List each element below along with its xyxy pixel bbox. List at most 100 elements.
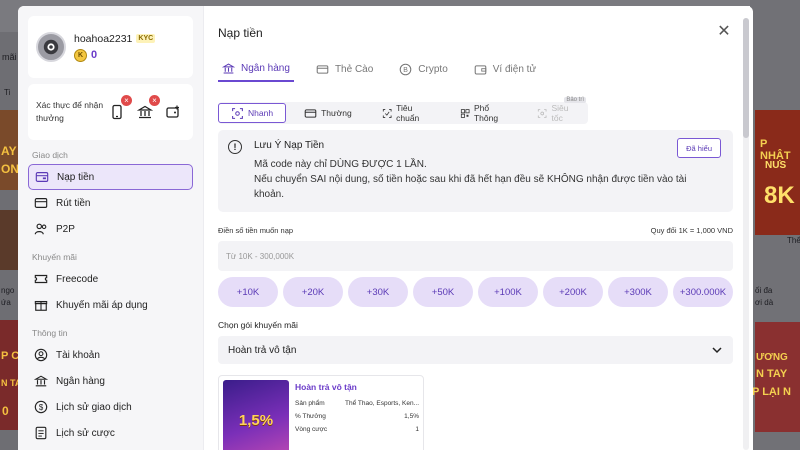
verify-label: Xác thực để nhận thưởng (36, 100, 104, 123)
scrollbar-thumb[interactable] (743, 18, 749, 138)
promo-selected: Hoàn trả vô tận (228, 344, 297, 356)
bg-text: 8K (764, 182, 795, 209)
verify-wallet-button[interactable] (165, 104, 181, 120)
bitcoin-icon: B (399, 63, 412, 75)
scrollbar[interactable] (743, 18, 749, 450)
tab-crypto[interactable]: B Crypto (395, 56, 451, 82)
deposit-modal: hoahoa2231 KYC K 0 Xác thực để nhận thưở… (18, 6, 753, 450)
promo-value: 1 (415, 426, 419, 433)
coin-icon: K (74, 48, 87, 62)
ticket-icon (34, 274, 48, 284)
amount-input[interactable] (218, 241, 733, 271)
promo-key: Vòng cược (295, 426, 328, 433)
chevron-down-icon (712, 347, 722, 354)
promo-key: % Thưởng (295, 413, 326, 420)
deposit-panel: Nạp tiền ✕ Ngân hàng Thẻ Cào B Crypto Ví… (204, 6, 753, 450)
method-label: Tiêu chuẩn (396, 103, 420, 123)
sidebar-item-freecode[interactable]: Freecode (28, 266, 193, 292)
promo-card[interactable]: 1,5% Hoàn trả vô tận Sản phẩm Thể Thao, … (218, 375, 424, 450)
bg-text: NUS (765, 160, 787, 171)
verify-bank-button[interactable]: × (136, 95, 160, 120)
promo-image: 1,5% (223, 380, 289, 450)
svg-text:B: B (403, 67, 408, 74)
understood-button[interactable]: Đã hiểu (677, 138, 721, 158)
maintenance-badge: Bảo trì (564, 97, 586, 103)
bg-text: ngo (1, 286, 15, 295)
p2p-icon (34, 223, 47, 235)
promo-key: Sản phẩm (295, 400, 325, 407)
profile-card: hoahoa2231 KYC K 0 (28, 16, 193, 78)
tab-e-wallet[interactable]: Ví điện tử (470, 56, 540, 82)
verify-phone-button[interactable]: × (109, 95, 132, 120)
promo-select[interactable]: Hoàn trả vô tận (218, 336, 733, 364)
profile-balance: 0 (91, 49, 98, 61)
method-label: Nhanh (248, 108, 274, 118)
method-label: Siêu tốc (551, 103, 569, 123)
bg-text: Thể (787, 236, 800, 245)
close-icon[interactable]: ✕ (717, 23, 731, 40)
page-title: Nạp tiền (218, 26, 263, 40)
notice-title: Lưu Ý Nạp Tiền (254, 140, 325, 151)
bg-banner-right-1 (755, 110, 800, 235)
sidebar-item-label: Freecode (56, 273, 99, 285)
sidebar-item-withdraw[interactable]: Rút tiền (28, 190, 193, 216)
sidebar-item-bank[interactable]: Ngân hàng (28, 368, 193, 394)
quick-amount-button[interactable]: +300K (608, 277, 668, 307)
tab-scratch-card[interactable]: Thẻ Cào (312, 56, 377, 82)
sidebar-item-deposit[interactable]: Nạp tiền (28, 164, 193, 190)
promo-label: Chọn gói khuyến mãi (218, 320, 298, 330)
notice-text: Mã code này chỉ DÙNG ĐƯỢC 1 LẦN. (254, 159, 427, 170)
alert-icon: ! (228, 140, 242, 154)
quick-amount-button[interactable]: +10K (218, 277, 278, 307)
deposit-icon (35, 172, 49, 182)
quick-amount-button[interactable]: +20K (283, 277, 343, 307)
method-fast[interactable]: Nhanh (218, 103, 287, 123)
tab-bank[interactable]: Ngân hàng (218, 56, 294, 82)
sidebar-item-applied-promotions[interactable]: Khuyến mãi áp dụng (28, 292, 193, 318)
quick-amount-button[interactable]: +30K (348, 277, 408, 307)
qr-code-icon (460, 108, 470, 118)
section-title-promotions: Khuyến mãi (32, 252, 77, 262)
card-icon (316, 64, 329, 74)
deposit-method-selector: Nhanh Thường Tiêu chuẩn Phổ Thông Bảo tr… (218, 97, 588, 124)
method-standard[interactable]: Tiêu chuẩn (370, 103, 442, 123)
username: hoahoa2231 (74, 32, 133, 45)
tab-label: Thẻ Cào (334, 63, 374, 75)
user-icon (34, 348, 48, 362)
quick-amount-chips: +10K +20K +30K +50K +100K +200K +300K +3… (218, 277, 733, 307)
sidebar-item-label: Lịch sử giao dịch (56, 401, 132, 413)
amount-label: Điền số tiền muốn nạp (218, 226, 294, 235)
bg-text: P C (1, 350, 20, 362)
sidebar-item-label: Rút tiền (56, 197, 91, 209)
bg-banner-left-2 (0, 210, 20, 270)
method-super-fast: Bảo trì Siêu tốc (525, 97, 588, 123)
sidebar-item-account[interactable]: Tài khoản (28, 342, 193, 368)
quick-amount-button[interactable]: +50K (413, 277, 473, 307)
bank-icon (34, 375, 48, 387)
sidebar-item-bet-history[interactable]: Lịch sử cược (28, 420, 193, 446)
quick-amount-button[interactable]: +300.000K (673, 277, 733, 307)
promo-value: 1,5% (404, 413, 419, 420)
avatar-icon (43, 39, 59, 55)
deposit-notice: ! Lưu Ý Nạp Tiền Mã code này chỉ DÙNG ĐƯ… (218, 130, 733, 212)
quick-amount-button[interactable]: +100K (478, 277, 538, 307)
wallet-icon (474, 64, 487, 74)
avatar[interactable] (36, 32, 66, 62)
method-popular[interactable]: Phổ Thông (448, 103, 520, 123)
notice-text: Nếu chuyển SAI nội dung, số tiền hoặc sa… (254, 174, 687, 185)
sidebar-item-label: Lịch sử cược (56, 427, 115, 439)
sidebar-item-transaction-history[interactable]: $ Lịch sử giao dịch (28, 394, 193, 420)
bg-text: ơi dà (755, 298, 774, 307)
phone-icon (112, 104, 122, 120)
quick-amount-button[interactable]: +200K (543, 277, 603, 307)
bg-text: ối đa (755, 286, 773, 295)
tab-label: Ngân hàng (241, 62, 290, 74)
svg-text:$: $ (39, 403, 44, 412)
promo-card-title: Hoàn trả vô tận (295, 382, 357, 392)
deposit-tabs: Ngân hàng Thẻ Cào B Crypto Ví điện tử (218, 56, 733, 82)
sidebar-item-p2p[interactable]: P2P (28, 216, 193, 242)
scan-icon (232, 107, 243, 119)
method-normal[interactable]: Thường (292, 103, 364, 123)
missing-badge-icon: × (149, 95, 160, 106)
bg-text: AY (1, 144, 17, 158)
